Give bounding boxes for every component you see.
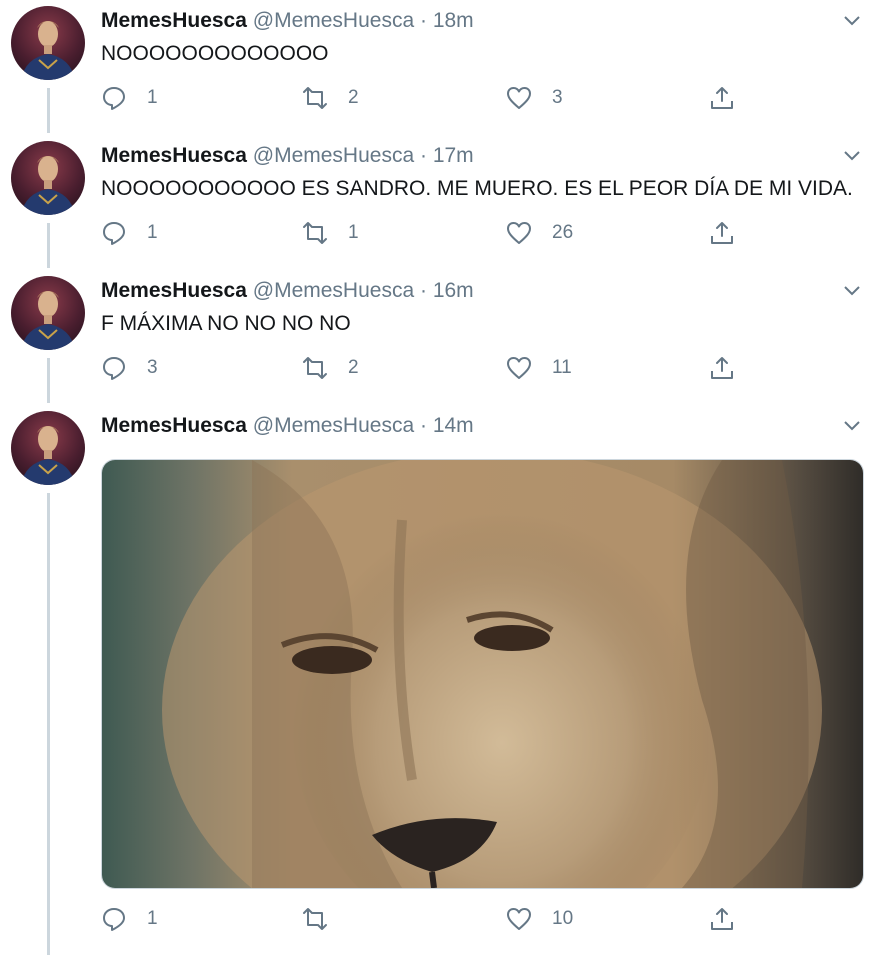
author-name[interactable]: MemesHuesca (101, 144, 247, 167)
reply-count: 1 (147, 87, 158, 108)
thread-line (47, 493, 50, 955)
avatar[interactable] (11, 141, 85, 215)
like-button[interactable]: 3 (506, 83, 563, 113)
author-handle[interactable]: @MemesHuesca (253, 144, 414, 167)
like-button[interactable]: 10 (506, 904, 573, 934)
tweet-media-image[interactable] (101, 459, 864, 889)
lion-image (102, 460, 863, 888)
tweet-actions: 3 2 11 (0, 353, 880, 383)
share-button[interactable] (709, 83, 735, 113)
like-icon (507, 87, 531, 109)
timestamp[interactable]: 18m (433, 9, 474, 32)
avatar[interactable] (11, 276, 85, 350)
reply-icon (103, 357, 125, 380)
separator-dot: · (414, 279, 433, 302)
retweet-button[interactable] (302, 904, 328, 934)
like-icon (507, 908, 531, 930)
tweet-text: NOOOOOOOOOOO ES SANDRO. ME MUERO. ES EL … (101, 177, 853, 200)
reply-icon (103, 908, 125, 931)
reply-button[interactable]: 1 (101, 904, 158, 934)
retweet-icon (303, 908, 327, 930)
chevron-down-icon[interactable] (842, 419, 862, 433)
retweet-count: 2 (348, 87, 359, 108)
share-icon (711, 87, 733, 109)
tweet-header: MemesHuesca @MemesHuesca · 14m (101, 411, 474, 441)
share-button[interactable] (709, 353, 735, 383)
author-handle[interactable]: @MemesHuesca (253, 279, 414, 302)
like-count: 3 (552, 87, 563, 108)
reply-count: 1 (147, 908, 158, 929)
tweet-header: MemesHuesca @MemesHuesca · 17m (101, 141, 474, 171)
separator-dot: · (414, 9, 433, 32)
author-name[interactable]: MemesHuesca (101, 9, 247, 32)
reply-count: 3 (147, 357, 158, 378)
share-icon (711, 908, 733, 930)
retweet-button[interactable]: 1 (302, 218, 359, 248)
timestamp[interactable]: 17m (433, 144, 474, 167)
tweet-actions: 1 10 (0, 904, 880, 934)
like-count: 26 (552, 222, 574, 243)
share-button[interactable] (709, 218, 735, 248)
reply-icon (103, 222, 125, 245)
share-icon (711, 222, 733, 244)
like-count: 11 (552, 357, 572, 378)
like-count: 10 (552, 908, 574, 929)
reply-icon (103, 87, 125, 110)
tweet-actions: 1 2 3 (0, 83, 880, 113)
reply-button[interactable]: 1 (101, 218, 158, 248)
reply-button[interactable]: 1 (101, 83, 158, 113)
tweet-text: F MÁXIMA NO NO NO NO (101, 312, 351, 335)
share-icon (711, 357, 733, 379)
retweet-count: 2 (348, 357, 359, 378)
tweet-actions: 1 1 26 (0, 218, 880, 248)
like-icon (507, 222, 531, 244)
separator-dot: · (414, 144, 433, 167)
chevron-down-icon[interactable] (842, 284, 862, 298)
tweet-text: NOOOOOOOOOOOOO (101, 42, 329, 65)
separator-dot: · (414, 414, 433, 437)
author-handle[interactable]: @MemesHuesca (253, 414, 414, 437)
like-icon (507, 357, 531, 379)
like-button[interactable]: 26 (506, 218, 573, 248)
retweet-icon (303, 222, 327, 244)
retweet-count: 1 (348, 222, 359, 243)
author-name[interactable]: MemesHuesca (101, 279, 247, 302)
avatar[interactable] (11, 6, 85, 80)
reply-button[interactable]: 3 (101, 353, 158, 383)
chevron-down-icon[interactable] (842, 14, 862, 28)
author-handle[interactable]: @MemesHuesca (253, 9, 414, 32)
tweet-header: MemesHuesca @MemesHuesca · 16m (101, 276, 474, 306)
retweet-icon (303, 357, 327, 379)
like-button[interactable]: 11 (506, 353, 572, 383)
timestamp[interactable]: 16m (433, 279, 474, 302)
retweet-button[interactable]: 2 (302, 83, 359, 113)
tweet-header: MemesHuesca @MemesHuesca · 18m (101, 6, 474, 36)
author-name[interactable]: MemesHuesca (101, 414, 247, 437)
reply-count: 1 (147, 222, 158, 243)
retweet-icon (303, 87, 327, 109)
avatar[interactable] (11, 411, 85, 485)
share-button[interactable] (709, 904, 735, 934)
timestamp[interactable]: 14m (433, 414, 474, 437)
retweet-button[interactable]: 2 (302, 353, 359, 383)
chevron-down-icon[interactable] (842, 149, 862, 163)
